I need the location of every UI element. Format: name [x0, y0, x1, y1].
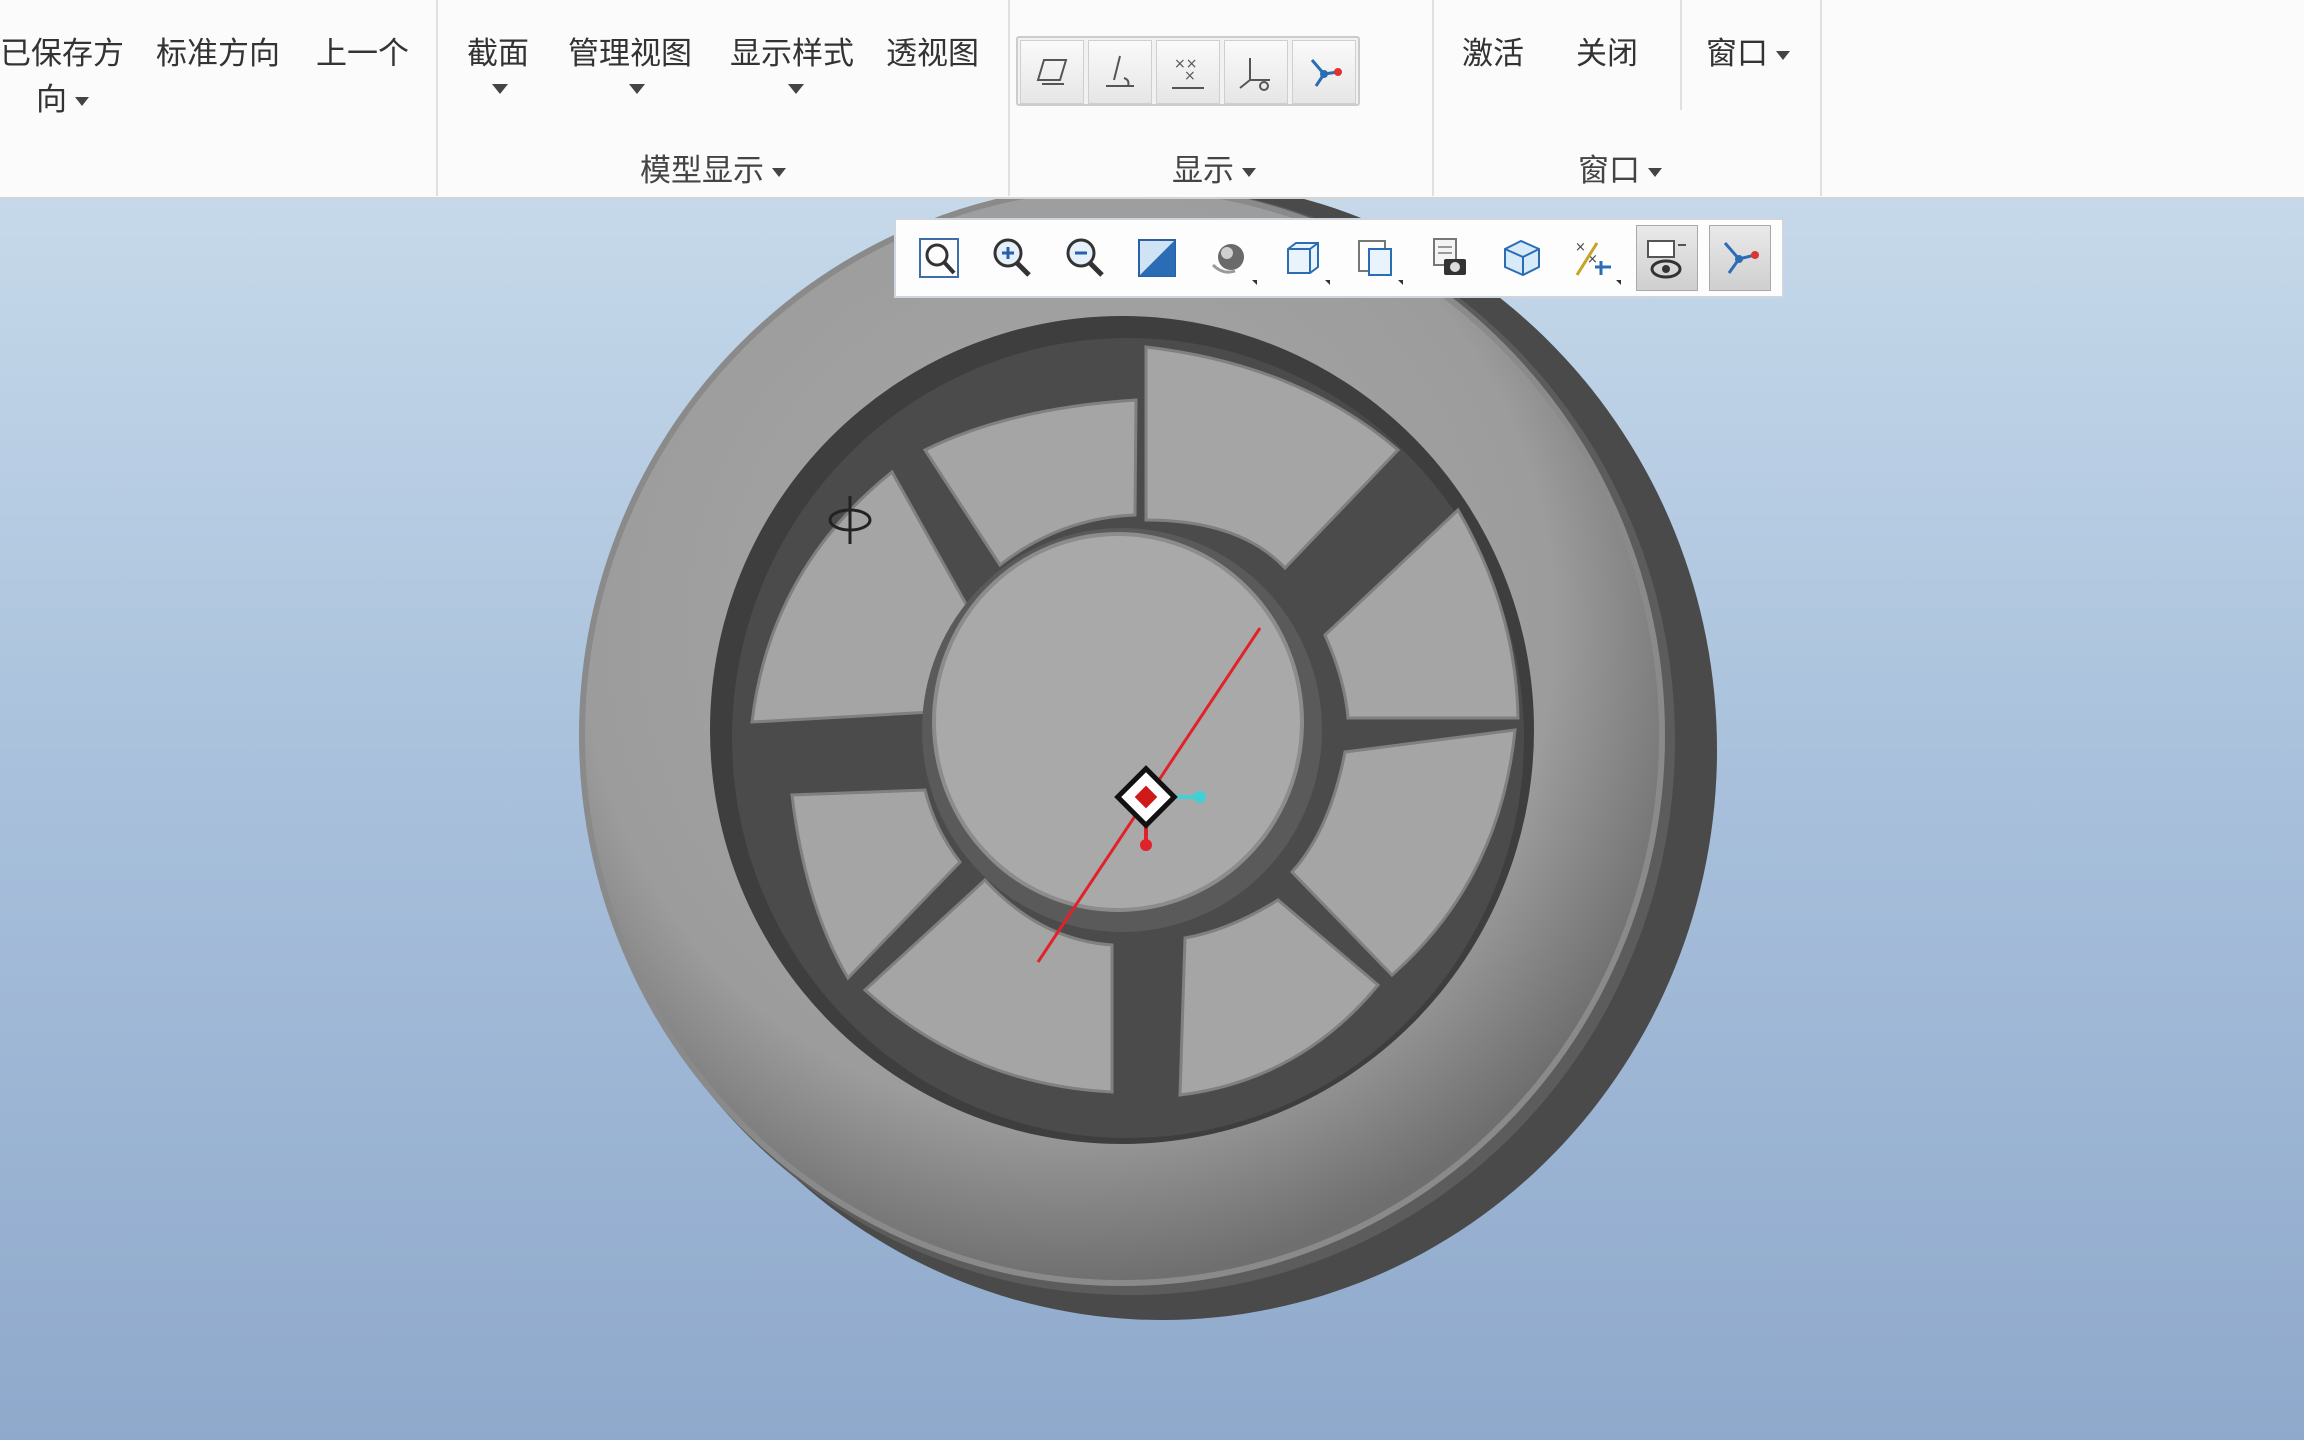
- repaint-icon[interactable]: [1126, 225, 1188, 291]
- chevron-down-icon[interactable]: [629, 84, 645, 94]
- svg-text:×: ×: [1184, 68, 1196, 84]
- show-group-label[interactable]: 显示: [1172, 145, 1256, 190]
- activate-button[interactable]: 激活: [1462, 28, 1524, 73]
- saved-orientations-button[interactable]: 已保存方: [0, 28, 124, 73]
- spin-center-toggle-icon[interactable]: [1709, 225, 1771, 291]
- perspective-button[interactable]: 透视图: [886, 28, 979, 73]
- chevron-down-icon: [1648, 168, 1662, 177]
- display-style-button[interactable]: 显示样式: [730, 28, 854, 73]
- group-separator: [1432, 0, 1434, 196]
- chevron-down-icon: [1776, 51, 1790, 60]
- manage-views-button[interactable]: 管理视图: [568, 28, 692, 73]
- close-button[interactable]: 关闭: [1576, 28, 1638, 73]
- windows-dropdown[interactable]: 窗口: [1706, 28, 1790, 73]
- chevron-down-icon: [75, 97, 89, 106]
- ribbon: 已保存方 向 标准方向 上一个 截面 管理视图 显示样式 透视图 模型显示 ××…: [0, 0, 2304, 199]
- graphics-toolbar: × ×: [894, 218, 1784, 298]
- graphics-window[interactable]: [0, 199, 2304, 1440]
- window-group-label[interactable]: 窗口: [1578, 145, 1662, 190]
- coordinate-system-display-icon[interactable]: [1224, 40, 1288, 104]
- chevron-down-icon[interactable]: [788, 84, 804, 94]
- view-manager-icon[interactable]: [1345, 225, 1407, 291]
- section-button[interactable]: 截面: [467, 28, 529, 73]
- saved-orientations-button-line2[interactable]: 向: [36, 74, 89, 119]
- standard-orientation-button[interactable]: 标准方向: [156, 28, 280, 73]
- saved-orientations-label: 已保存方: [0, 36, 124, 72]
- spin-center-icon[interactable]: [1292, 40, 1356, 104]
- chevron-down-icon[interactable]: [492, 84, 508, 94]
- hub-face: [932, 532, 1304, 912]
- model-display-group-label[interactable]: 模型显示: [640, 145, 786, 190]
- saved-orientations-icon[interactable]: [1272, 225, 1334, 291]
- zoom-out-icon[interactable]: [1054, 225, 1116, 291]
- display-style-icon[interactable]: [1199, 225, 1261, 291]
- annotation-display-icon[interactable]: [1636, 225, 1699, 291]
- group-separator: [1008, 0, 1010, 196]
- chevron-down-icon: [772, 168, 786, 177]
- perspective-camera-icon[interactable]: [1418, 225, 1480, 291]
- section-view-icon[interactable]: [1491, 225, 1553, 291]
- previous-view-button[interactable]: 上一个: [316, 28, 409, 73]
- datum-plane-display-icon[interactable]: [1020, 40, 1084, 104]
- datum-axis-display-icon[interactable]: [1088, 40, 1152, 104]
- chevron-down-icon: [1242, 168, 1256, 177]
- datum-display-filters-icon[interactable]: × ×: [1563, 225, 1625, 291]
- refit-icon[interactable]: [908, 225, 970, 291]
- svg-text:×: ×: [1575, 240, 1586, 255]
- show-toggles: ×× ×: [1016, 36, 1360, 106]
- model-3d-view[interactable]: [0, 199, 2304, 1440]
- group-separator: [1820, 0, 1822, 196]
- group-separator: [1680, 0, 1682, 110]
- zoom-in-icon[interactable]: [981, 225, 1043, 291]
- group-separator: [436, 0, 438, 196]
- datum-point-display-icon[interactable]: ×× ×: [1156, 40, 1220, 104]
